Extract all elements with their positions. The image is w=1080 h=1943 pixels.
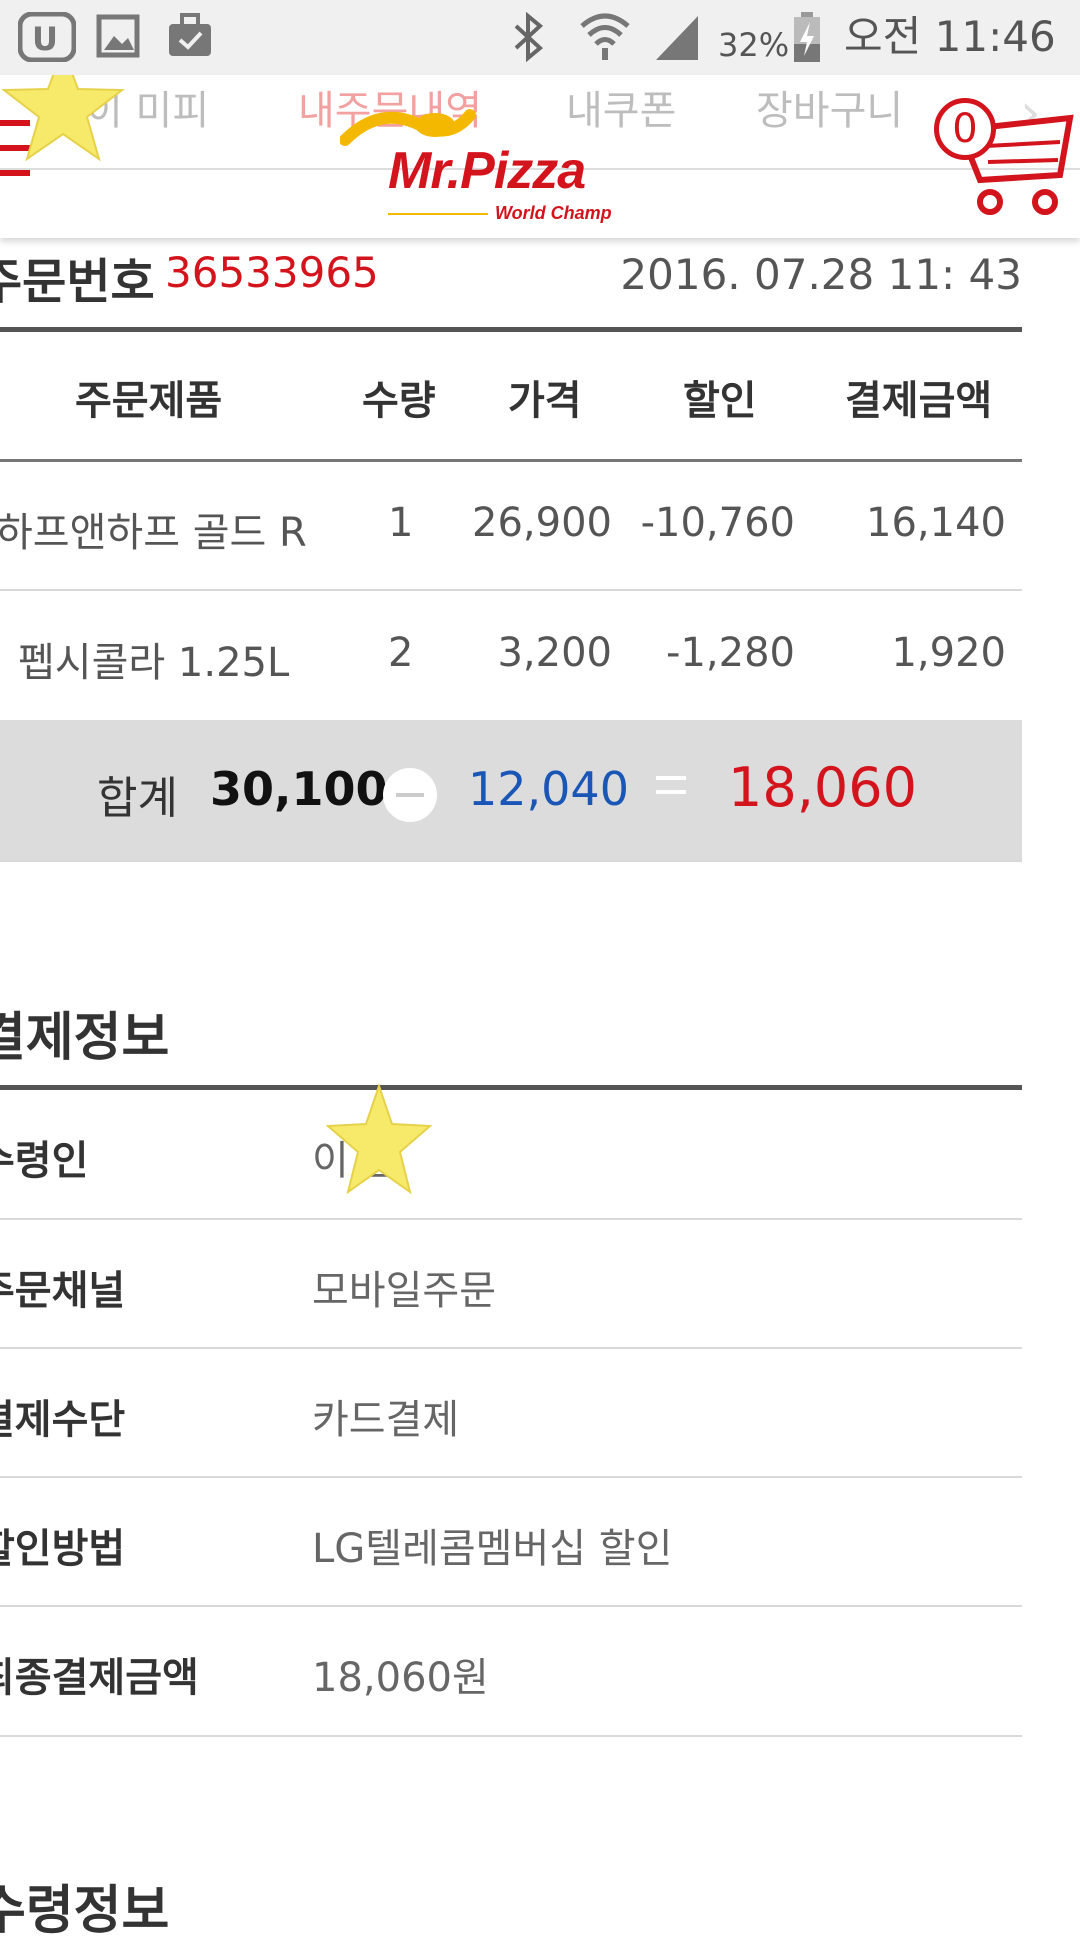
briefcase-icon (169, 13, 211, 56)
col-header-amount: 결제금액 (845, 378, 993, 424)
col-header-discount: 할인 (683, 378, 757, 424)
divider (0, 860, 1022, 862)
order-number-label: 주문번호 (0, 254, 155, 310)
star-icon (326, 1082, 432, 1195)
gallery-icon (96, 14, 140, 58)
info-label: 할인방법 (0, 1526, 126, 1572)
table-row: 펩시콜라 1.25L 2 3,200 -1,280 1,920 (0, 592, 1022, 720)
info-value: 18,060원 (312, 1655, 489, 1701)
table-row: 하프앤하프 골드 R 1 26,900 -10,760 16,140 (0, 462, 1022, 590)
star-icon (1, 75, 125, 162)
equals-icon (656, 776, 686, 804)
info-label: 주문채널 (0, 1268, 126, 1314)
cell-discount: -1,280 (666, 630, 795, 676)
info-value: LG텔레콤멤버십 할인 (312, 1526, 673, 1572)
cell-qty: 2 (388, 630, 414, 676)
info-label: 결제수단 (0, 1397, 126, 1443)
col-header-price: 가격 (508, 378, 582, 424)
info-row-order-channel: 주문채널 모바일주문 (0, 1220, 1022, 1348)
info-label: 수령인 (0, 1138, 89, 1184)
total-discount: 12,040 (468, 762, 629, 816)
section-title-payment: 결제정보 (0, 1008, 170, 1068)
cell-price: 26,900 (472, 500, 612, 546)
cell-qty: 1 (388, 500, 414, 546)
cell-product: 펩시콜라 1.25L (18, 640, 290, 686)
u-plus-icon: U (18, 12, 76, 62)
info-value: 카드결제 (312, 1397, 460, 1443)
minus-icon (383, 768, 437, 822)
bluetooth-icon (514, 12, 544, 62)
battery-charging-icon (794, 12, 820, 62)
wifi-icon (580, 13, 630, 60)
cell-product: 하프앤하프 골드 R (0, 510, 307, 556)
status-bar: U 32% 오전 11:46 (0, 0, 1080, 75)
info-row-recipient: 수령인 이 인 (0, 1090, 1022, 1218)
info-value: 모바일주문 (312, 1268, 496, 1314)
col-header-qty: 수량 (362, 378, 436, 424)
order-number: 36533965 (165, 248, 379, 297)
divider (0, 1735, 1022, 1737)
header-nav: 이 미피 내주문내역 내쿠폰 장바구니 › Mr.Pizza World Cha… (0, 75, 1080, 238)
svg-text:U: U (32, 20, 58, 58)
logo-subtext: World Champ (495, 203, 612, 223)
cell-discount: -10,760 (640, 500, 795, 546)
mr-pizza-logo[interactable]: Mr.Pizza World Champ (340, 95, 660, 223)
section-title-receive: 수령정보 (0, 1881, 170, 1941)
total-label: 합계 (97, 773, 178, 824)
order-header: 주문번호 36533965 2016. 07.28 11: 43 (0, 240, 1022, 330)
cell-amount: 1,920 (891, 630, 1006, 676)
cell-price: 3,200 (497, 630, 612, 676)
logo-text: Mr.Pizza (388, 142, 586, 200)
total-sum: 30,100 (210, 762, 388, 816)
signal-icon (656, 16, 698, 60)
order-datetime: 2016. 07.28 11: 43 (620, 250, 1022, 299)
divider (0, 327, 1022, 332)
divider (0, 589, 1022, 591)
cart-button[interactable]: 0 (930, 90, 1080, 220)
battery-percent: 32% (718, 26, 790, 64)
cell-amount: 16,140 (866, 500, 1006, 546)
info-row-final-amount: 최종결제금액 18,060원 (0, 1607, 1022, 1735)
order-total-bar: 합계 30,100 12,040 18,060 (0, 720, 1022, 860)
col-header-product: 주문제품 (75, 378, 223, 424)
nav-link-cart[interactable]: 장바구니 (756, 81, 903, 141)
info-row-discount-method: 할인방법 LG텔레콤멤버십 할인 (0, 1478, 1022, 1606)
clock: 오전 11:46 (844, 12, 1056, 61)
info-label: 최종결제금액 (0, 1655, 199, 1701)
total-final-amount: 18,060 (728, 756, 917, 819)
info-row-payment-method: 결제수단 카드결제 (0, 1349, 1022, 1477)
cart-count-badge: 0 (934, 98, 996, 160)
